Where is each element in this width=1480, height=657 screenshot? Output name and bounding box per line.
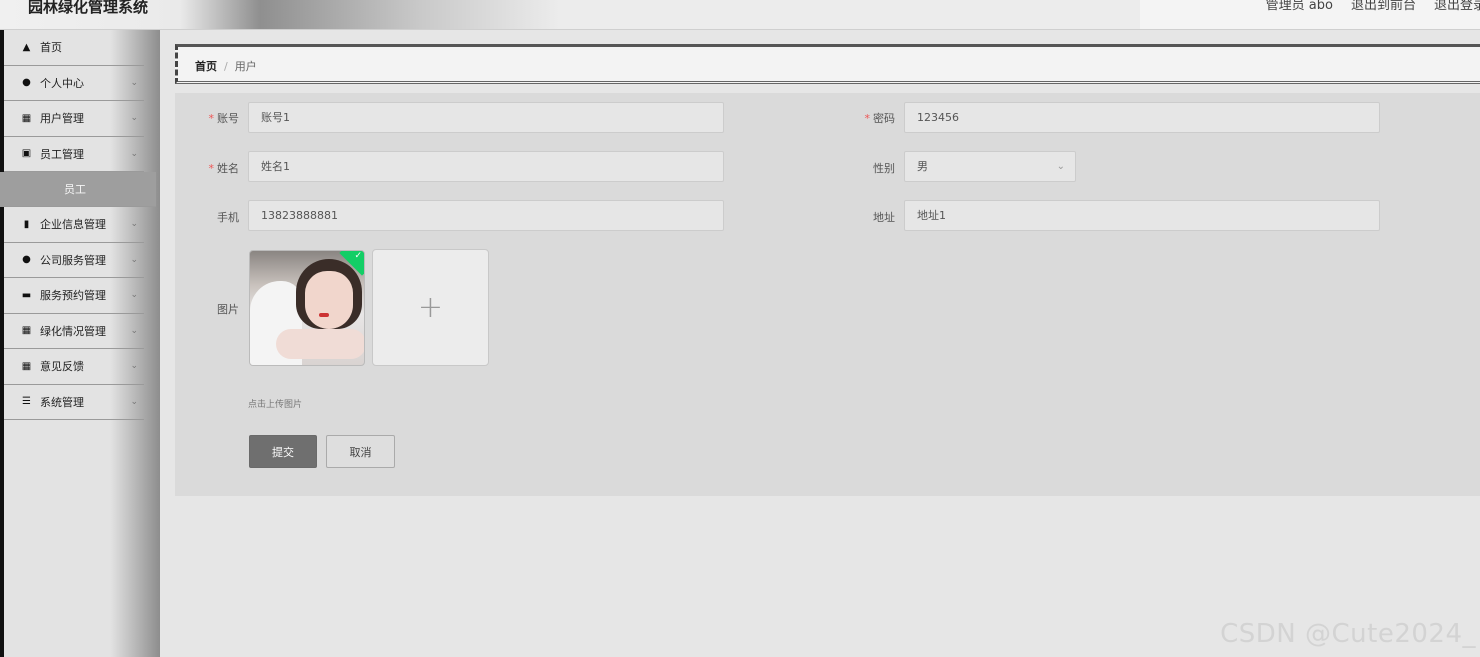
breadcrumb-home[interactable]: 首页	[195, 60, 217, 73]
chevron-down-icon: ⌄	[1056, 161, 1065, 172]
check-icon: ✓	[354, 251, 362, 261]
gender-select-value: 男	[917, 160, 928, 173]
cancel-button[interactable]: 取消	[326, 435, 395, 468]
grid-icon: ▦	[21, 112, 32, 124]
sidebar-item-label: 首页	[40, 41, 62, 55]
account-label: * 账号	[208, 112, 240, 125]
sidebar-item-enterprise-info[interactable]: ▮ 企业信息管理 ⌄	[4, 207, 144, 243]
upload-picture-button[interactable]: +	[372, 249, 489, 366]
password-label: * 密码	[864, 112, 896, 125]
uploaded-picture-thumbnail[interactable]: ✓	[249, 250, 365, 366]
grid-icon: ▦	[21, 325, 32, 337]
phone-input[interactable]: 13823888881	[248, 200, 724, 231]
sidebar-item-greening-status[interactable]: ▦ 绿化情况管理 ⌄	[4, 314, 144, 349]
sidebar-item-label: 服务预约管理	[40, 289, 106, 303]
sidebar-item-label: 员工管理	[40, 147, 84, 161]
sidebar-item-company-service[interactable]: ● 公司服务管理 ⌄	[4, 243, 144, 278]
plus-icon: +	[417, 290, 444, 325]
watermark: CSDN @Cute2024_	[1220, 619, 1476, 649]
list-icon: ☰	[22, 396, 31, 408]
sidebar-item-label: 系统管理	[40, 395, 84, 409]
gender-select[interactable]: 男 ⌄	[904, 151, 1076, 182]
sidebar-item-label: 公司服务管理	[40, 253, 106, 267]
sidebar-item-user-management[interactable]: ▦ 用户管理 ⌄	[4, 101, 144, 137]
monitor-icon: ▬	[21, 289, 32, 301]
phone-label: 手机	[217, 211, 239, 224]
chevron-down-icon: ⌄	[130, 77, 138, 88]
admin-user-link[interactable]: 管理员 abo	[1266, 0, 1333, 14]
sidebar-item-system-management[interactable]: ☰ 系统管理 ⌄	[4, 385, 144, 420]
account-input[interactable]: 账号1	[248, 102, 724, 133]
chevron-down-icon: ⌄	[130, 396, 138, 407]
location-pin-icon: ●	[22, 254, 31, 266]
top-header: 园林绿化管理系统 管理员 abo 退出到前台 退出登录	[0, 0, 1480, 30]
required-mark: *	[864, 112, 871, 125]
sidebar-item-personal-center[interactable]: ● 个人中心 ⌄	[4, 66, 144, 101]
chevron-down-icon: ⌄	[130, 361, 138, 371]
briefcase-icon: ▣	[21, 148, 32, 160]
address-label: 地址	[873, 211, 895, 224]
header-links: 管理员 abo 退出到前台 退出登录	[1248, 0, 1480, 14]
gender-label: 性别	[873, 162, 895, 175]
exit-to-frontend-link[interactable]: 退出到前台	[1351, 0, 1416, 14]
chevron-down-icon: ⌄	[130, 113, 138, 123]
password-input[interactable]: 123456	[904, 102, 1380, 133]
chevron-down-icon: ⌄	[130, 254, 138, 265]
sidebar-item-label: 用户管理	[40, 112, 84, 126]
chevron-down-icon: ⌄	[130, 148, 138, 159]
picture-label: 图片	[217, 303, 239, 316]
sidebar-item-service-booking[interactable]: ▬ 服务预约管理 ⌄	[4, 278, 144, 314]
user-icon: ●	[22, 77, 31, 89]
app-title: 园林绿化管理系统	[28, 0, 149, 16]
sidebar-item-label: 个人中心	[40, 76, 84, 90]
grid-icon: ▦	[21, 360, 32, 372]
chevron-down-icon: ⌄	[130, 290, 138, 300]
sidebar-item-label: 绿化情况管理	[40, 324, 106, 338]
required-mark: *	[208, 112, 215, 125]
clipboard-icon: ▮	[23, 218, 30, 230]
breadcrumb: 首页 / 用户	[195, 58, 257, 74]
submit-button[interactable]: 提交	[249, 435, 317, 468]
sidebar: ▲ 首页 ● 个人中心 ⌄ ▦ 用户管理 ⌄ ▣ 员工管理 ⌄ 员工 ▮ 企业信…	[0, 30, 160, 657]
sidebar-menu: ▲ 首页 ● 个人中心 ⌄ ▦ 用户管理 ⌄ ▣ 员工管理 ⌄ 员工 ▮ 企业信…	[0, 30, 156, 420]
logout-link[interactable]: 退出登录	[1434, 0, 1480, 14]
upload-hint: 点击上传图片	[248, 400, 303, 410]
chevron-down-icon: ⌄	[130, 325, 138, 336]
chevron-down-icon: ⌄	[130, 219, 138, 229]
breadcrumb-separator: /	[224, 60, 228, 73]
sidebar-subitem-label: 员工	[64, 183, 86, 196]
sidebar-item-label: 企业信息管理	[40, 218, 106, 232]
breadcrumb-current: 用户	[234, 60, 257, 73]
breadcrumb-bar: 首页 / 用户	[175, 44, 1480, 84]
address-input[interactable]: 地址1	[904, 200, 1380, 231]
name-label: * 姓名	[208, 162, 240, 175]
required-mark: *	[208, 162, 215, 175]
sidebar-item-home[interactable]: ▲ 首页	[4, 30, 144, 66]
name-input[interactable]: 姓名1	[248, 151, 724, 182]
sidebar-item-employee-management[interactable]: ▣ 员工管理 ⌄	[4, 137, 144, 172]
sidebar-item-label: 意见反馈	[40, 360, 84, 374]
home-icon: ▲	[22, 41, 31, 53]
user-form-panel: * 账号 账号1 * 密码 123456 * 姓名 姓名1 性别 男 ⌄ 手机 138…	[175, 93, 1480, 496]
sidebar-subitem-employee[interactable]: 员工	[0, 172, 156, 207]
sidebar-item-feedback[interactable]: ▦ 意见反馈 ⌄	[4, 349, 144, 385]
